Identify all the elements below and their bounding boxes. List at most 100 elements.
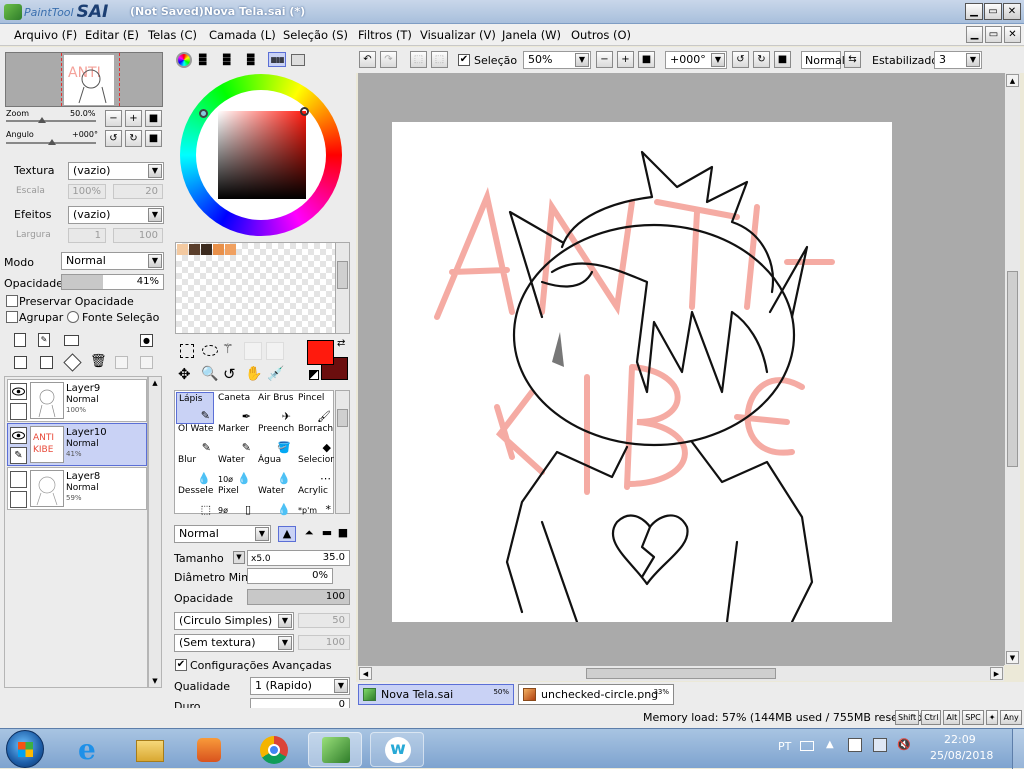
scroll-left-icon[interactable]: ◀	[359, 667, 372, 680]
menu-editar[interactable]: Editar (E)	[85, 28, 139, 42]
show-hidden-icons-icon[interactable]: ▲	[826, 739, 834, 750]
eye-icon[interactable]	[10, 427, 27, 444]
canvas-angle-dropdown[interactable]: +000° ▼	[665, 51, 727, 69]
tool-air-brus[interactable]: Air Brus ✈	[256, 392, 294, 424]
lasso-icon[interactable]	[202, 345, 218, 356]
color-picker-marker[interactable]	[300, 107, 309, 116]
brush-shape-hard-icon[interactable]: ▲	[278, 526, 296, 542]
swap-colors-icon[interactable]: ⇄	[337, 338, 345, 349]
tool-dessele[interactable]: Dessele ⬚	[176, 485, 214, 517]
brush-shape-dropdown[interactable]: (Circulo Simples) ▼	[174, 612, 294, 630]
scroll-down-icon[interactable]: ▼	[149, 675, 161, 687]
clear-layer-icon[interactable]	[63, 353, 82, 372]
layer-opacity-slider[interactable]: 41%	[61, 274, 164, 290]
brush-opacity-slider[interactable]: 100	[247, 589, 350, 605]
layer-visibility-box[interactable]	[10, 471, 27, 488]
undo-button[interactable]: ↶	[359, 51, 376, 68]
layer-item[interactable]: Layer8 Normal 59%	[7, 467, 147, 510]
language-indicator[interactable]: PT	[778, 740, 791, 753]
fonte-radio[interactable]	[67, 311, 79, 323]
tool-water[interactable]: Water 💧 10ø	[216, 454, 254, 486]
modifier-key[interactable]: SPC	[962, 710, 984, 725]
layer-mask-icon[interactable]: ●	[140, 334, 153, 347]
color-swatch[interactable]	[189, 244, 200, 255]
new-layer-icon[interactable]	[14, 333, 26, 347]
navigator-preview[interactable]: ANTI	[5, 52, 163, 107]
menu-telas[interactable]: Telas (C)	[148, 28, 197, 42]
tool-pixel[interactable]: Pixel ▯ 9ø	[216, 485, 254, 517]
zoom-in-button[interactable]: +	[125, 110, 142, 127]
tool-blur[interactable]: Blur 💧	[176, 454, 214, 486]
canvas-zoom-reset-button[interactable]: ■	[638, 51, 655, 68]
new-folder-icon[interactable]	[64, 335, 79, 346]
taskbar-ie[interactable]: e	[64, 732, 118, 767]
size-multiplier-button[interactable]: ▼	[233, 551, 245, 564]
zoom-slider[interactable]	[6, 120, 96, 122]
rect-select-icon[interactable]	[180, 344, 194, 358]
canvas-horizontal-scrollbar[interactable]: ◀ ▶	[358, 665, 1004, 681]
horizontal-scroll-thumb[interactable]	[586, 668, 776, 679]
pencil-icon[interactable]: ✎	[10, 447, 27, 464]
agrupar-checkbox[interactable]	[6, 311, 18, 323]
rotate-right-button[interactable]: ↻	[125, 130, 142, 147]
modifier-key[interactable]: Shift	[895, 710, 920, 725]
tool-lápis[interactable]: Lápis ✎	[176, 392, 214, 424]
magic-wand-icon[interactable]: ⚚	[222, 342, 238, 358]
keyboard-icon[interactable]	[800, 741, 814, 751]
scroll-right-icon[interactable]: ▶	[990, 667, 1003, 680]
vertical-scroll-thumb[interactable]	[1007, 271, 1018, 467]
merge-layer-icon[interactable]	[40, 356, 53, 369]
doc-tab-active[interactable]: Nova Tela.sai 50%	[358, 684, 514, 705]
scroll-down-icon[interactable]: ▼	[1006, 651, 1019, 664]
new-linework-layer-icon[interactable]: ✎	[38, 333, 50, 347]
eyedropper-icon[interactable]: 💉	[267, 366, 284, 382]
rotate-tool-icon[interactable]: ↺	[223, 366, 236, 382]
modifier-key[interactable]: Any	[1000, 710, 1022, 725]
layer-item[interactable]: Layer9 Normal 100%	[7, 379, 147, 422]
modifier-key[interactable]: Ctrl	[921, 710, 942, 725]
saturation-value-square[interactable]	[218, 111, 306, 199]
tool-water[interactable]: Water 💧	[256, 485, 294, 517]
doc-restore-button[interactable]: ▭	[985, 26, 1002, 43]
menu-visualizar[interactable]: Visualizar (V)	[420, 28, 496, 42]
canvas-rotate-left-button[interactable]: ↺	[732, 51, 749, 68]
brush-shape-soft-icon[interactable]: ⏶	[300, 526, 318, 542]
taskbar-wattpad[interactable]: w	[370, 732, 424, 767]
taskbar-media[interactable]	[182, 732, 236, 767]
close-button[interactable]: ✕	[1003, 3, 1021, 20]
color-swatch[interactable]	[225, 244, 236, 255]
swatch-grid[interactable]	[175, 242, 337, 334]
blend-mode-dropdown[interactable]: Normal ▼	[61, 252, 164, 270]
taskbar-paint-tool-sai[interactable]	[308, 732, 362, 767]
redo-button[interactable]: ↷	[380, 51, 397, 68]
menu-arquivo[interactable]: Arquivo (F)	[14, 28, 77, 42]
transparent-color-icon[interactable]	[309, 370, 319, 380]
tool-grid-scrollbar[interactable]	[335, 390, 350, 514]
layer-lock-box[interactable]	[10, 491, 27, 508]
network-icon[interactable]	[873, 738, 887, 752]
selecao-checkbox[interactable]: ✔	[458, 54, 470, 66]
canvas-rotate-right-button[interactable]: ↻	[753, 51, 770, 68]
stabilizer-dropdown[interactable]: 3 ▼	[934, 51, 982, 69]
swatch-tab-icon[interactable]: ▦▦	[268, 52, 286, 67]
color-wheel-tab-icon[interactable]	[176, 52, 192, 68]
show-desktop-button[interactable]	[1012, 729, 1024, 769]
canvas-mode-box[interactable]: Normal	[801, 51, 845, 69]
taskbar-chrome[interactable]	[246, 732, 300, 767]
swatch-scrollbar[interactable]	[335, 242, 350, 334]
hue-marker[interactable]	[199, 109, 208, 118]
canvas-zoom-dropdown[interactable]: 50% ▼	[523, 51, 591, 69]
menu-janela[interactable]: Janela (W)	[502, 28, 561, 42]
preservar-checkbox[interactable]	[6, 295, 18, 307]
layer-lock-box[interactable]	[10, 403, 27, 420]
tool-borrach[interactable]: Borrach ◆	[296, 423, 334, 455]
efeitos-dropdown[interactable]: (vazio) ▼	[68, 206, 164, 224]
clock-date[interactable]: 25/08/2018	[930, 749, 993, 762]
zoom-out-button[interactable]: −	[105, 110, 122, 127]
color-swatch[interactable]	[201, 244, 212, 255]
zoom-tool-icon[interactable]: 🔍	[201, 366, 218, 382]
hand-icon[interactable]: ✋	[245, 366, 262, 382]
swatch-scroll-thumb[interactable]	[337, 261, 348, 289]
trash-icon[interactable]: 🗑	[90, 355, 107, 370]
canvas-zoom-out-button[interactable]: −	[596, 51, 613, 68]
